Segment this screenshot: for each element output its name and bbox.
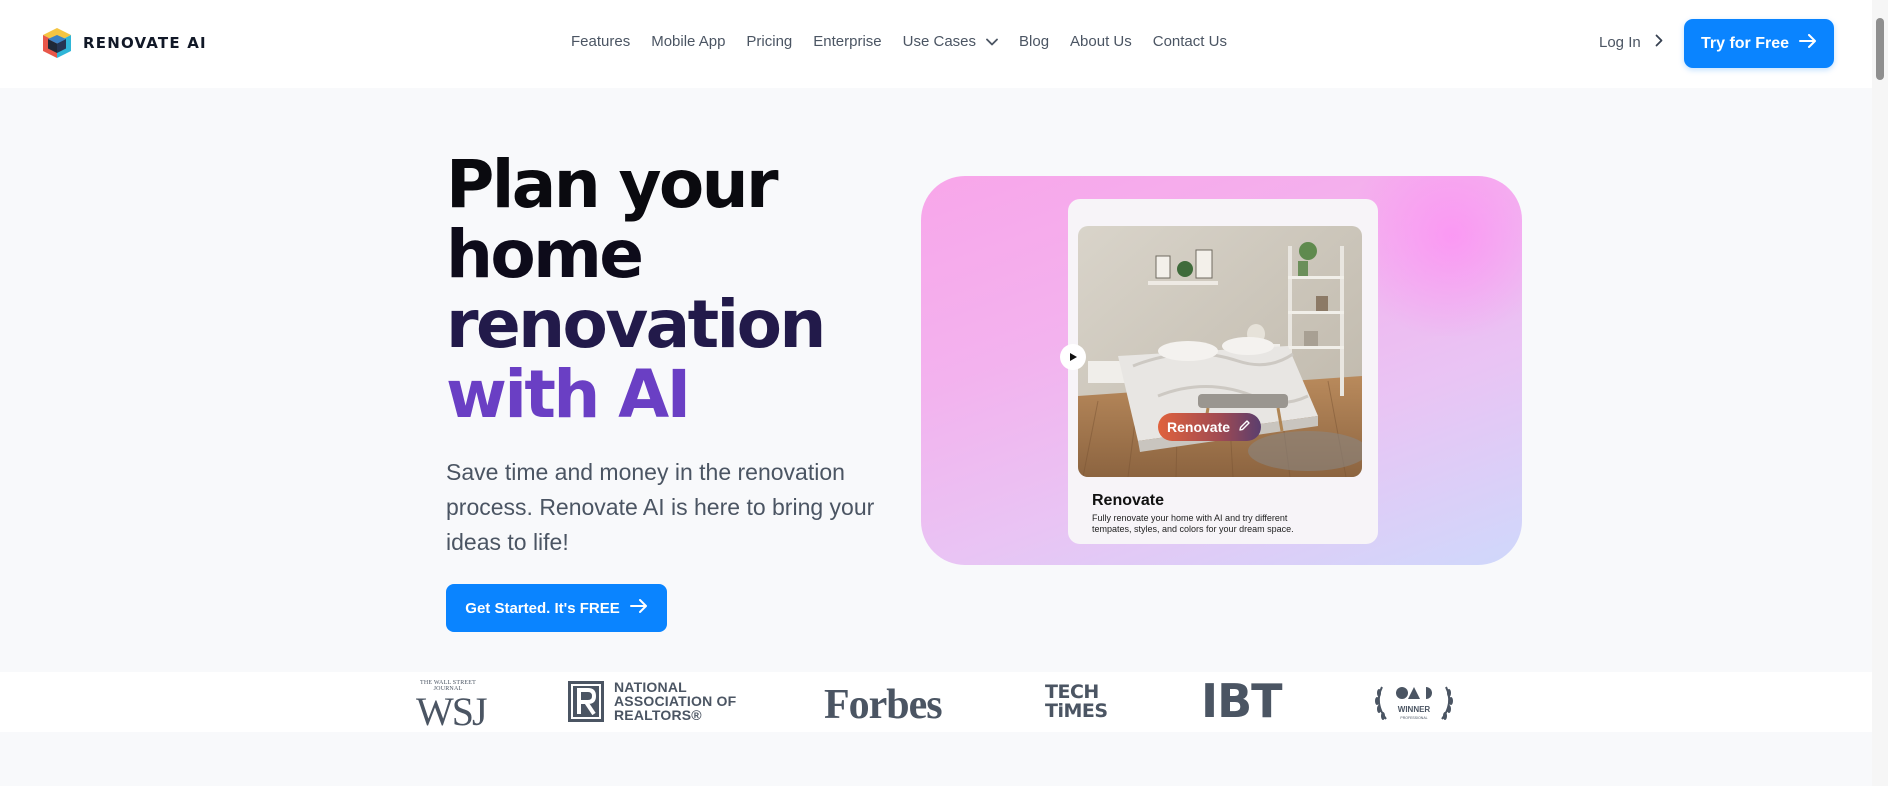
nav-pricing[interactable]: Pricing xyxy=(746,33,792,50)
login-label: Log In xyxy=(1599,34,1641,51)
hero-title-line-2: home xyxy=(446,216,644,293)
hero-title-line-1: Plan your xyxy=(446,146,779,223)
tech-times-logo: TECH TiMES xyxy=(1045,683,1108,721)
wsj-logo: THE WALL STREET JOURNAL WSJ xyxy=(416,680,488,734)
brand-logo[interactable]: RENOVATE AI xyxy=(40,26,207,60)
hero-title-line-3: renovation xyxy=(446,286,826,363)
try-for-free-button[interactable]: Try for Free xyxy=(1684,19,1834,68)
nar-logo: NATIONAL ASSOCIATION OF REALTORS® xyxy=(568,680,736,722)
nav-enterprise[interactable]: Enterprise xyxy=(813,33,881,50)
login-link[interactable]: Log In xyxy=(1599,34,1663,51)
forbes-logo: Forbes xyxy=(824,682,943,728)
page-scrollbar[interactable] xyxy=(1872,0,1888,786)
press-logos: THE WALL STREET JOURNAL WSJ NATIONAL ASS… xyxy=(0,672,1872,732)
brand-name: RENOVATE AI xyxy=(83,34,207,52)
try-for-free-label: Try for Free xyxy=(1700,34,1790,52)
hero-title: Plan your home renovation with AI xyxy=(446,146,826,433)
nav-contact-us[interactable]: Contact Us xyxy=(1153,33,1227,50)
nav-about-us[interactable]: About Us xyxy=(1070,33,1132,50)
hero-title-line-4: with AI xyxy=(446,356,691,433)
tech-times-line-2: TiMES xyxy=(1045,700,1108,722)
site-header: RENOVATE AI Features Mobile App Pricing … xyxy=(0,0,1872,88)
chevron-down-icon xyxy=(986,33,998,50)
renovate-pill[interactable]: Renovate xyxy=(1158,413,1262,441)
renovate-pill-label: Renovate xyxy=(1167,419,1231,435)
get-started-button[interactable]: Get Started. It's FREE xyxy=(446,584,667,632)
nav-use-cases-label: Use Cases xyxy=(902,33,977,50)
cube-logo-icon xyxy=(40,26,74,60)
nav-use-cases[interactable]: Use Cases xyxy=(903,33,998,50)
oda-professional-label: PROFESSIONAL xyxy=(1400,716,1427,720)
nav-features[interactable]: Features xyxy=(571,33,630,50)
ibt-logo: IBT xyxy=(1201,674,1283,728)
play-icon[interactable] xyxy=(1060,344,1086,370)
get-started-label: Get Started. It's FREE xyxy=(465,599,620,617)
arrow-right-icon xyxy=(1799,34,1817,53)
scrollbar-thumb[interactable] xyxy=(1876,18,1884,80)
arrow-right-icon xyxy=(629,599,648,617)
feature-card: Renovate Renovate Fully renovate your ho… xyxy=(1060,199,1378,544)
oda-winner-badge: WINNER PROFESSIONAL xyxy=(1372,679,1456,725)
realtor-r-icon xyxy=(568,680,604,722)
card-title: Renovate xyxy=(1092,492,1165,509)
oda-winner-label: WINNER xyxy=(1398,705,1431,714)
nar-line-2: ASSOCIATION OF xyxy=(614,693,737,709)
chevron-right-icon xyxy=(1655,34,1663,51)
hero-subtitle: Save time and money in the renovation pr… xyxy=(446,459,875,555)
main-nav: Features Mobile App Pricing Enterprise U… xyxy=(571,33,1248,50)
pencil-icon xyxy=(1238,419,1251,435)
nav-mobile-app[interactable]: Mobile App xyxy=(651,33,725,50)
nar-line-1: NATIONAL xyxy=(614,679,687,695)
hero-visual: Renovate Renovate Fully renovate your ho… xyxy=(921,176,1522,565)
nav-blog[interactable]: Blog xyxy=(1019,33,1049,50)
wsj-logo-text: WSJ xyxy=(416,689,488,734)
nar-line-3: REALTORS® xyxy=(614,707,702,723)
card-description: Fully renovate your home with AI and try… xyxy=(1092,513,1294,534)
